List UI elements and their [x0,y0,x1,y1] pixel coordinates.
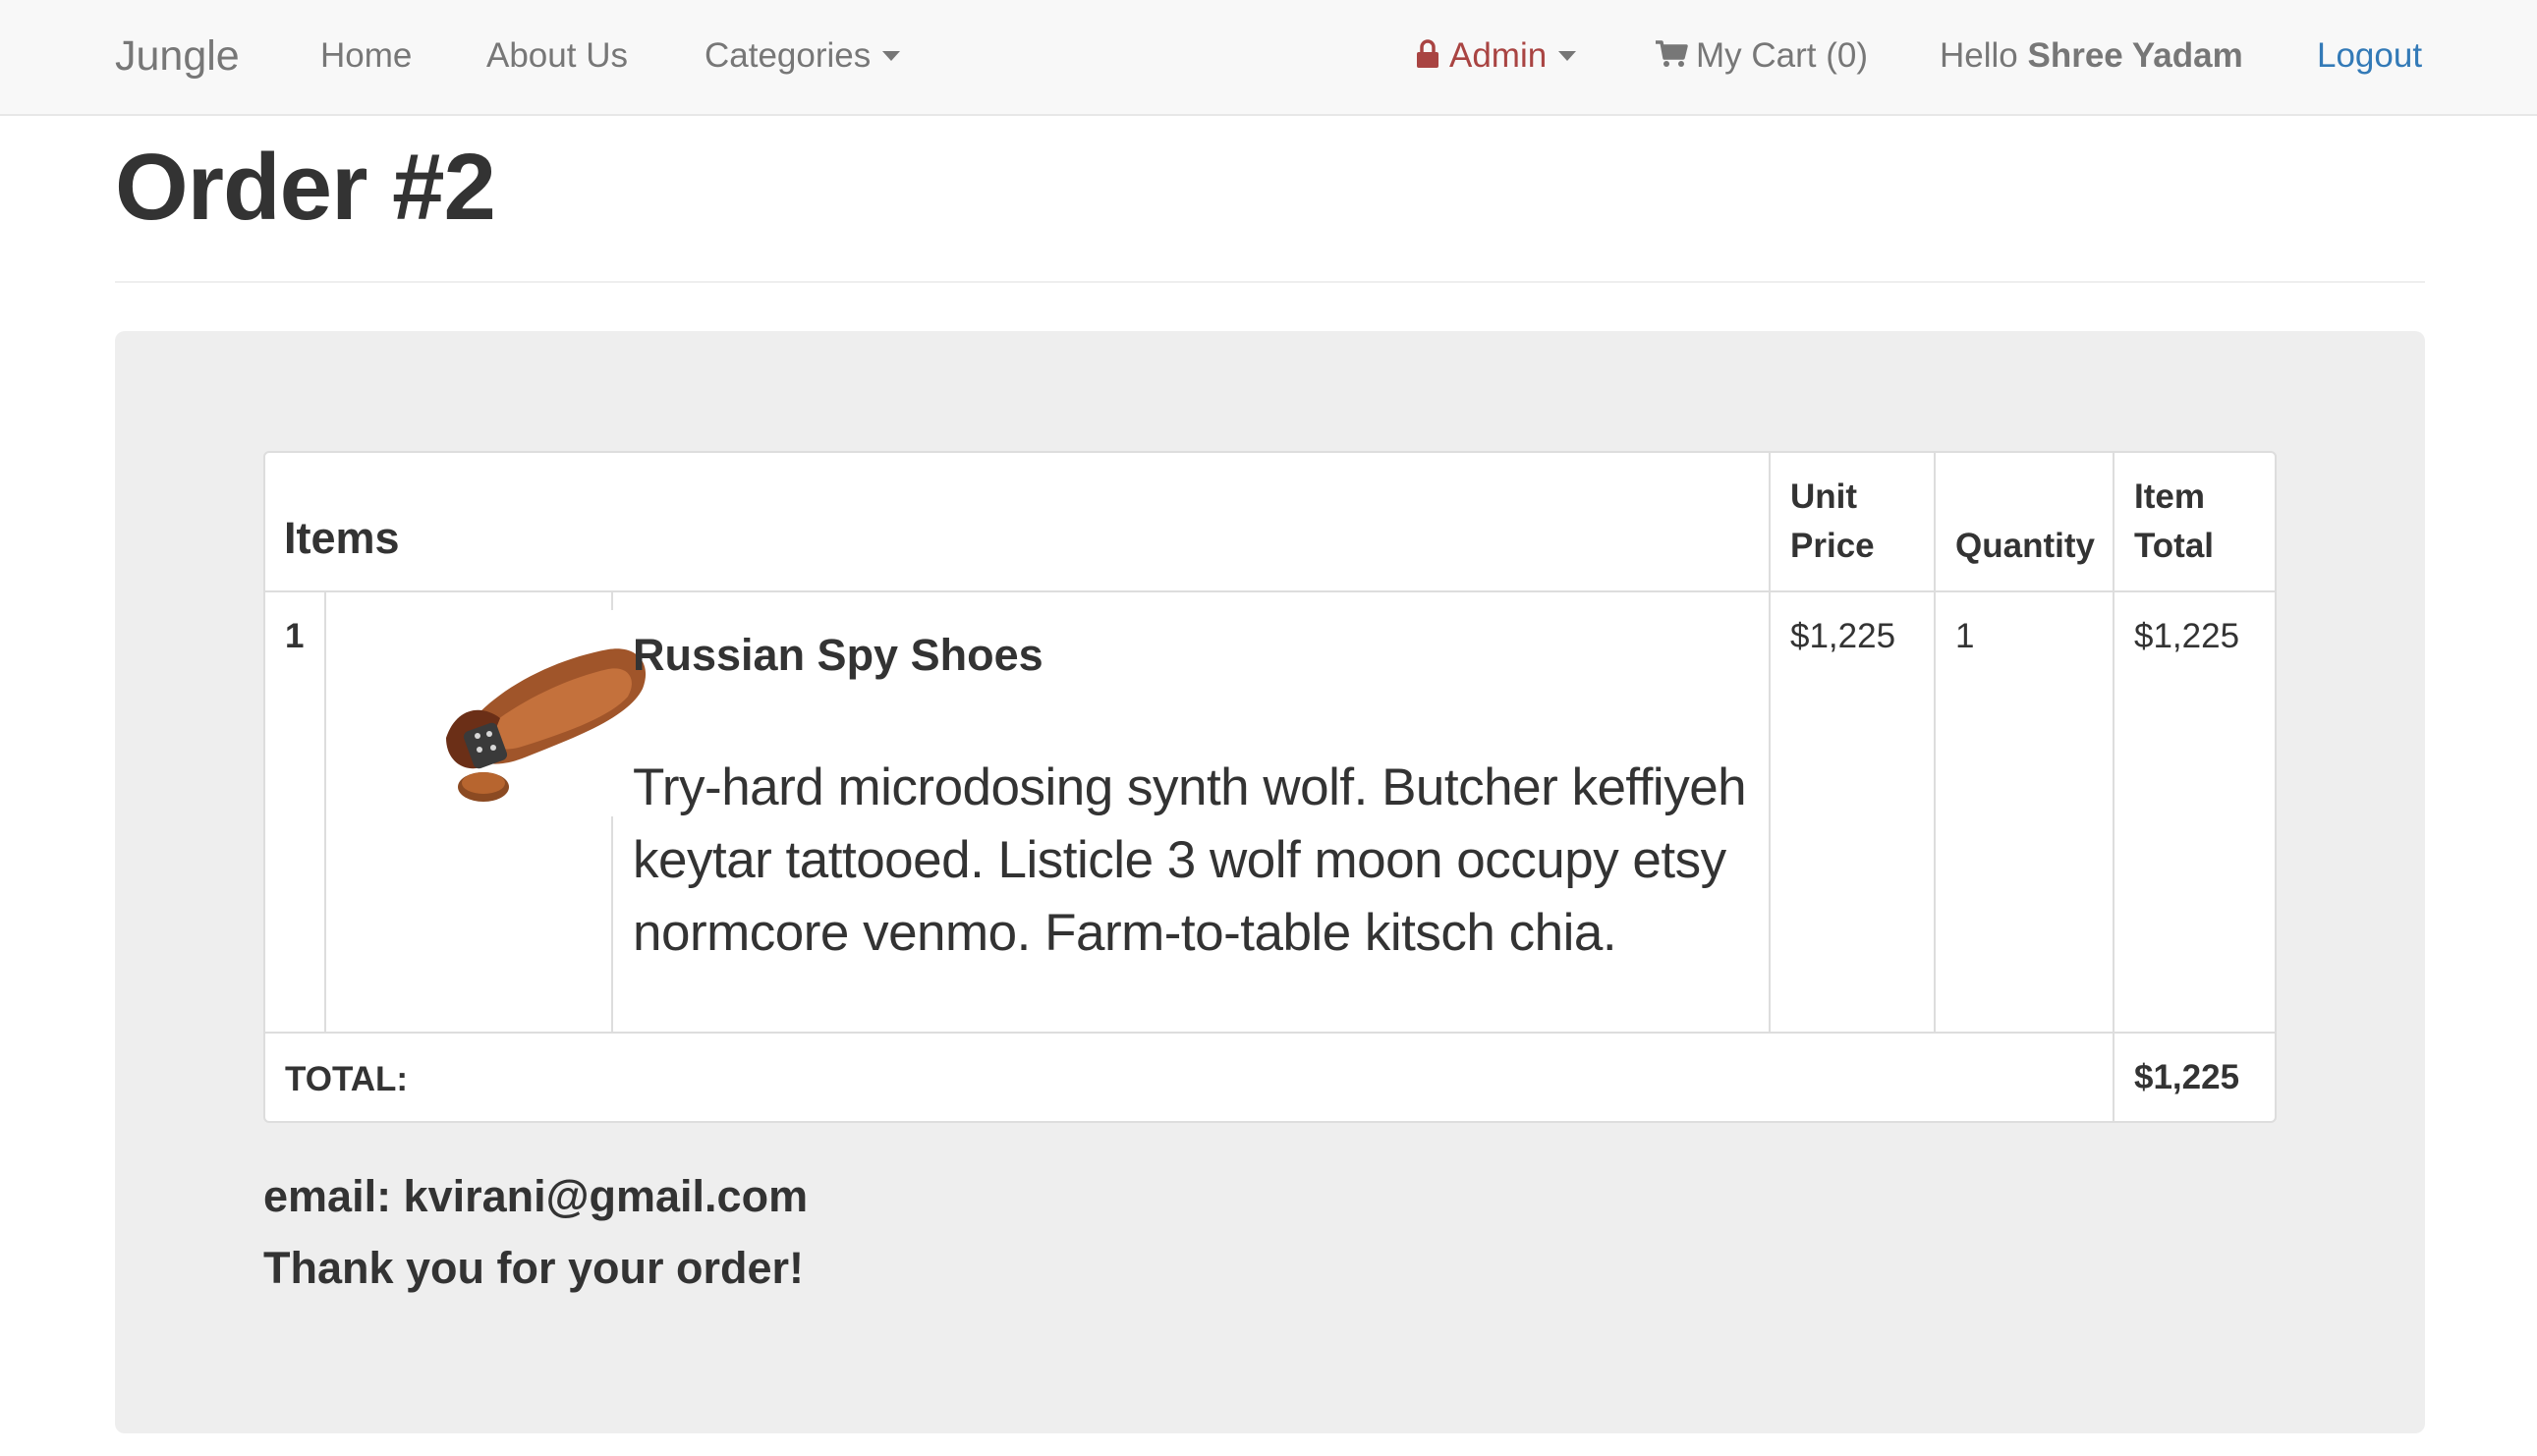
user-name: Shree Yadam [2027,36,2243,75]
column-divider [2113,453,2114,1121]
total-value: $1,225 [2134,1058,2240,1096]
description-line: normcore venmo. Farm-to-table kitsch chi… [633,904,1617,962]
total-label: TOTAL: [285,1060,409,1098]
order-items-table: Items Unit Price Quantity Item Total 1 R… [263,451,2277,1123]
brand-link[interactable]: Jungle [115,0,240,114]
unit-price: $1,225 [1790,617,1896,655]
item-total-value: $1,225 [2134,617,2240,655]
header-unit-price: Unit Price [1790,473,1875,571]
user-greeting: Hello Shree Yadam [1940,0,2243,114]
order-email: email: kvirani@gmail.com [263,1171,809,1221]
product-image-cell [324,590,652,836]
table-total-divider [265,1032,2275,1034]
quantity-value: 1 [1955,617,1975,655]
chevron-down-icon [1558,50,1577,61]
nav-home-link[interactable]: Home [320,0,412,114]
greeting-prefix: Hello [1940,36,2018,75]
nav-about-link[interactable]: About Us [486,0,628,114]
cart-label: My Cart (0) [1696,36,1868,75]
header-item-total-line2: Total [2134,527,2215,565]
product-name[interactable]: Russian Spy Shoes [633,630,1043,681]
column-divider [1769,453,1771,1033]
logout-link[interactable]: Logout [2317,0,2422,114]
brown-shoe-image[interactable] [407,610,652,816]
header-unit-price-line1: Unit [1790,477,1858,516]
thank-you-message: Thank you for your order! [263,1243,805,1293]
my-cart-link[interactable]: My Cart (0) [1655,0,1868,114]
chevron-down-icon [882,50,901,61]
header-item-total: Item Total [2134,473,2214,571]
top-navbar: Jungle Home About Us Categories Admin My… [0,0,2537,116]
header-items: Items [284,513,400,563]
cart-icon [1656,40,1688,67]
row-index: 1 [285,617,305,655]
admin-dropdown[interactable]: Admin [1416,0,1577,114]
nav-categories-label: Categories [705,36,872,75]
header-unit-price-line2: Price [1790,527,1875,565]
admin-label: Admin [1449,36,1548,75]
header-item-total-line1: Item [2134,477,2205,516]
description-line: Try-hard microdosing synth wolf. Butcher… [633,758,1747,816]
nav-categories-dropdown[interactable]: Categories [705,0,901,114]
column-divider [1934,453,1936,1033]
header-quantity: Quantity [1955,527,2095,565]
lock-icon [1417,39,1438,68]
description-line: keytar tattooed. Listicle 3 wolf moon oc… [633,831,1726,889]
page-title: Order #2 [115,135,496,240]
product-description: Try-hard microdosing synth wolf. Butcher… [633,752,1753,970]
title-divider [115,281,2425,283]
